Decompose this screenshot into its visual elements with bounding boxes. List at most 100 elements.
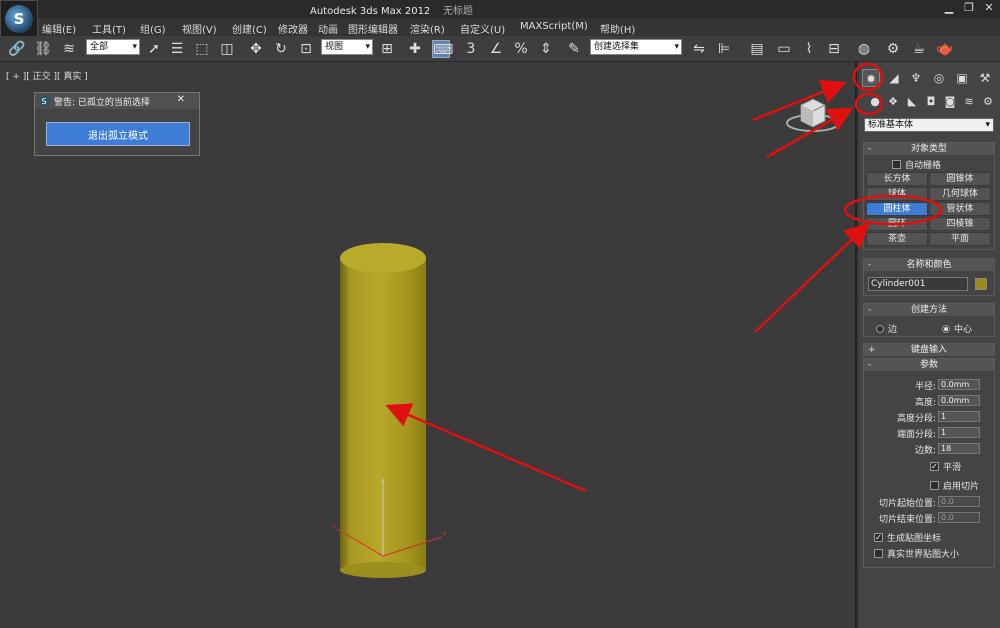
menu-group[interactable]: 组(G): [140, 21, 166, 36]
rollout-header[interactable]: - 参数: [864, 359, 994, 371]
object-color-swatch[interactable]: [975, 278, 987, 290]
center-radio[interactable]: [942, 324, 950, 333]
menu-tools[interactable]: 工具(T): [92, 21, 126, 36]
rollout-header[interactable]: - 对象类型: [864, 143, 994, 155]
edge-radio-row[interactable]: 边: [876, 322, 897, 335]
rollout-header[interactable]: - 名称和颜色: [864, 259, 994, 271]
height-spinner[interactable]: 0.0mm: [938, 395, 980, 406]
plane-button[interactable]: 平面: [929, 232, 991, 246]
rollout-header[interactable]: - 创建方法: [864, 304, 994, 316]
utilities-tab-icon[interactable]: ⚒: [976, 69, 994, 87]
shapes-icon[interactable]: ❖: [885, 94, 901, 110]
named-selection-dropdown[interactable]: 创建选择集: [590, 39, 682, 55]
cameras-icon[interactable]: ◘: [923, 94, 939, 110]
angle-snap-icon[interactable]: ∠: [487, 40, 505, 58]
select-object-icon[interactable]: ➚: [145, 40, 163, 58]
create-tab-icon[interactable]: ✹: [862, 69, 880, 87]
restore-button[interactable]: ❐: [962, 1, 976, 15]
rollout-header[interactable]: + 键盘输入: [864, 344, 994, 356]
real-world-map-checkbox-row[interactable]: 真实世界贴图大小: [874, 547, 959, 560]
percent-snap-icon[interactable]: %: [512, 40, 530, 58]
center-radio-row[interactable]: 中心: [942, 322, 972, 335]
hierarchy-tab-icon[interactable]: ♆: [907, 69, 925, 87]
close-button[interactable]: ✕: [982, 1, 996, 15]
box-button[interactable]: 长方体: [866, 172, 928, 186]
smooth-checkbox[interactable]: ✓: [930, 462, 939, 471]
keyboard-shortcut-override-icon[interactable]: ⌨: [432, 40, 453, 58]
height-segments-spinner[interactable]: 1: [938, 411, 980, 422]
systems-icon[interactable]: ⚙: [980, 94, 996, 110]
smooth-checkbox-row[interactable]: ✓ 平滑: [930, 460, 961, 473]
gen-mapping-checkbox[interactable]: ✓: [874, 533, 883, 542]
modify-tab-icon[interactable]: ◢: [885, 69, 903, 87]
menu-graph-editors[interactable]: 图形编辑器: [348, 21, 398, 36]
menu-create[interactable]: 创建(C): [232, 21, 267, 36]
pyramid-button[interactable]: 四棱锥: [929, 217, 991, 231]
menu-animation[interactable]: 动画: [318, 21, 338, 36]
menu-edit[interactable]: 编辑(E): [42, 21, 76, 36]
dialog-close-button[interactable]: ✕: [177, 94, 185, 105]
geometry-category-dropdown[interactable]: 标准基本体: [864, 118, 994, 132]
viewcube[interactable]: [785, 95, 845, 135]
lights-icon[interactable]: ◣: [904, 94, 920, 110]
pivot-center-icon[interactable]: ⊞: [378, 40, 396, 58]
rect-selection-icon[interactable]: ⬚: [193, 40, 211, 58]
edge-radio[interactable]: [876, 324, 884, 333]
unlink-icon[interactable]: ⛓: [34, 40, 52, 58]
render-setup-icon[interactable]: ⚙: [884, 40, 902, 58]
selection-filter-dropdown[interactable]: 全部: [86, 39, 140, 55]
slice-on-checkbox[interactable]: [930, 481, 939, 490]
edit-named-selection-icon[interactable]: ✎: [565, 40, 583, 58]
menu-customize[interactable]: 自定义(U): [460, 21, 505, 36]
move-icon[interactable]: ✥: [247, 40, 265, 58]
rendered-frame-icon[interactable]: ☕: [910, 40, 928, 58]
rotate-icon[interactable]: ↻: [272, 40, 290, 58]
snaps-toggle-icon[interactable]: 3: [462, 40, 480, 58]
scale-icon[interactable]: ⊡: [297, 40, 315, 58]
cap-segments-spinner[interactable]: 1: [938, 427, 980, 438]
gen-mapping-checkbox-row[interactable]: ✓ 生成贴图坐标: [874, 531, 941, 544]
menu-maxscript[interactable]: MAXScript(M): [520, 21, 588, 32]
reference-coord-dropdown[interactable]: 视图: [321, 39, 373, 55]
schematic-view-icon[interactable]: ⊟: [825, 40, 843, 58]
curve-editor-icon[interactable]: ⌇: [800, 40, 818, 58]
cylinder-button[interactable]: 圆柱体: [866, 202, 928, 216]
geometry-icon[interactable]: ●: [867, 94, 883, 110]
mirror-icon[interactable]: ⇋: [690, 40, 708, 58]
cone-button[interactable]: 圆锥体: [929, 172, 991, 186]
render-production-icon[interactable]: 🫖: [936, 40, 954, 58]
material-editor-icon[interactable]: ◍: [855, 40, 873, 58]
slice-on-checkbox-row[interactable]: 启用切片: [930, 479, 979, 492]
geosphere-button[interactable]: 几何球体: [929, 187, 991, 201]
dialog-title-bar[interactable]: S 警告: 已孤立的当前选择 ✕: [35, 93, 199, 109]
sides-spinner[interactable]: 18: [938, 443, 980, 454]
select-manipulate-icon[interactable]: ✚: [406, 40, 424, 58]
object-name-input[interactable]: Cylinder001: [868, 277, 968, 291]
layer-manager-icon[interactable]: ▤: [748, 40, 766, 58]
display-tab-icon[interactable]: ▣: [953, 69, 971, 87]
menu-help[interactable]: 帮助(H): [600, 21, 635, 36]
select-by-name-icon[interactable]: ☰: [168, 40, 186, 58]
spacewarps-icon[interactable]: ≋: [961, 94, 977, 110]
autogrid-checkbox-row[interactable]: 自动栅格: [892, 158, 941, 171]
sphere-button[interactable]: 球体: [866, 187, 928, 201]
radius-spinner[interactable]: 0.0mm: [938, 379, 980, 390]
window-crossing-icon[interactable]: ◫: [218, 40, 236, 58]
exit-isolation-button[interactable]: 退出孤立模式: [46, 122, 190, 146]
menu-views[interactable]: 视图(V): [182, 21, 217, 36]
spinner-snap-icon[interactable]: ⇕: [537, 40, 555, 58]
teapot-button[interactable]: 茶壶: [866, 232, 928, 246]
tube-button[interactable]: 管状体: [929, 202, 991, 216]
minimize-button[interactable]: ▁: [942, 1, 956, 15]
app-logo-button[interactable]: S: [0, 0, 38, 38]
real-world-map-checkbox[interactable]: [874, 549, 883, 558]
helpers-icon[interactable]: ◙: [942, 94, 958, 110]
link-icon[interactable]: 🔗: [8, 40, 26, 58]
autogrid-checkbox[interactable]: [892, 160, 901, 169]
motion-tab-icon[interactable]: ◎: [930, 69, 948, 87]
menu-modifiers[interactable]: 修改器: [278, 21, 308, 36]
menu-rendering[interactable]: 渲染(R): [410, 21, 445, 36]
bind-spacewarp-icon[interactable]: ≋: [60, 40, 78, 58]
align-icon[interactable]: ⊫: [715, 40, 733, 58]
torus-button[interactable]: 圆环: [866, 217, 928, 231]
